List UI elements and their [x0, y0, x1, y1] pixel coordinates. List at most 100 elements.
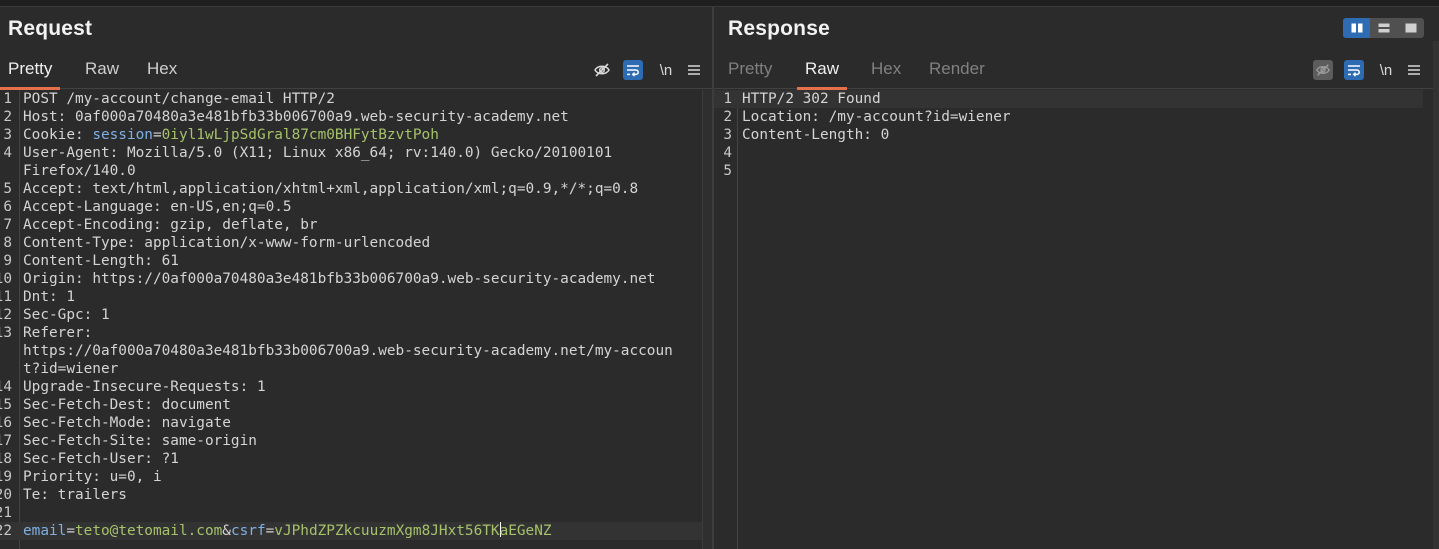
response-tab-raw[interactable]: Raw — [797, 51, 848, 90]
token: Accept: — [23, 181, 93, 197]
token: POST /my-account/change-email HTTP/2 — [23, 91, 335, 107]
line-text: Content-Length: 0 — [742, 126, 889, 144]
request-title: Request — [8, 17, 93, 40]
line-number: 8 — [3, 235, 12, 251]
token: email — [23, 523, 67, 539]
response-line: 5 — [714, 162, 1423, 180]
token: aEGeNZ — [499, 523, 552, 539]
token: 0 — [880, 127, 890, 143]
request-line: 15 Sec-Fetch-Dest: document — [0, 396, 712, 414]
line-text: Accept-Encoding: gzip, deflate, br — [23, 216, 318, 234]
request-scrollbar[interactable] — [702, 90, 712, 549]
token: Location: — [742, 109, 829, 125]
menu-icon[interactable] — [684, 60, 704, 80]
line-text: Content-Length: 61 — [23, 252, 179, 270]
line-text: Cookie: session=0iyl1wLjpSdGral87cm0BHFy… — [23, 126, 439, 144]
line-text: Sec-Fetch-Dest: document — [23, 396, 231, 414]
request-line: 18 Sec-Fetch-User: ?1 — [0, 450, 712, 468]
token: Sec-Fetch-Mode: — [23, 415, 162, 431]
newline-icon[interactable]: \n — [655, 60, 677, 80]
request-line: 22email=teto@tetomail.com&csrf=vJPhdZPZk… — [0, 522, 712, 540]
response-editor[interactable]: 1 HTTP/2 302 Found 2 Location: /my-account?… — [714, 90, 1423, 549]
token: Content-Length: — [23, 253, 162, 269]
word-wrap-icon[interactable] — [623, 60, 643, 80]
line-number: 4 — [723, 145, 732, 161]
line-text: Accept: text/html,application/xhtml+xml,… — [23, 180, 638, 198]
token: 1 — [66, 289, 75, 305]
token: 1 — [256, 379, 266, 395]
newline-icon[interactable]: \n — [1375, 60, 1397, 80]
token: gzip, deflate, br — [170, 217, 318, 233]
request-tab-raw[interactable]: Raw — [77, 51, 127, 89]
line-text: Dnt: 1 — [23, 288, 75, 306]
request-line: 5 Accept: text/html,application/xhtml+xml… — [0, 180, 712, 198]
token: same-origin — [161, 433, 257, 449]
line-text: Sec-Fetch-Mode: navigate — [23, 414, 231, 432]
token: Referer: — [23, 325, 101, 341]
request-line: 16 Sec-Fetch-Mode: navigate — [0, 414, 712, 432]
response-tab-pretty[interactable]: Pretty — [720, 51, 780, 89]
token: 0af000a70480a3e481bfb33b006700a9.web-sec… — [74, 109, 569, 125]
token: session — [92, 127, 153, 143]
hide-eye-icon[interactable] — [1313, 60, 1333, 80]
token: Accept-Language: — [23, 199, 171, 215]
line-number: 3 — [3, 127, 12, 143]
request-line: 10 Origin: https://0af000a70480a3e481bfb3… — [0, 270, 712, 288]
line-number: 19 — [0, 469, 12, 485]
request-tab-pretty[interactable]: Pretty — [0, 51, 61, 90]
token: 61 — [161, 253, 179, 269]
token: Sec-Fetch-Dest: — [23, 397, 162, 413]
request-line: 7 Accept-Encoding: gzip, deflate, br — [0, 216, 712, 234]
single-pane-icon[interactable] — [1397, 18, 1424, 38]
response-scrollbar[interactable] — [1433, 41, 1439, 549]
response-line: 4 — [714, 144, 1423, 162]
line-number: 17 — [0, 433, 12, 449]
line-number: 2 — [3, 109, 12, 125]
request-editor[interactable]: 1 POST /my-account/change-email HTTP/2 2 Ho… — [0, 90, 712, 549]
request-line: 14 Upgrade-Insecure-Requests: 1 — [0, 378, 712, 396]
line-text: Upgrade-Insecure-Requests: 1 — [23, 378, 266, 396]
request-line: 11 Dnt: 1 — [0, 288, 712, 306]
token: navigate — [161, 415, 231, 431]
token: 1 — [100, 307, 110, 323]
line-text: POST /my-account/change-email HTTP/2 — [23, 90, 335, 108]
request-pane: Request Pretty Raw Hex \n 1 POST /my-acco… — [0, 7, 712, 549]
word-wrap-icon[interactable] — [1344, 60, 1364, 80]
split-horizontal-icon[interactable] — [1370, 18, 1397, 38]
hide-eye-icon[interactable] — [592, 60, 612, 80]
request-line: 17 Sec-Fetch-Site: same-origin — [0, 432, 712, 450]
line-text: User-Agent: Mozilla/5.0 (X11; Linux x86_… — [23, 144, 612, 180]
token: https://0af000a70480a3e481bfb33b006700a9… — [92, 271, 656, 287]
request-line: 6 Accept-Language: en-US,en;q=0.5 — [0, 198, 712, 216]
token: csrf — [230, 523, 266, 539]
request-lines: 1 POST /my-account/change-email HTTP/2 2 Ho… — [0, 90, 712, 549]
request-line: 9 Content-Length: 61 — [0, 252, 712, 270]
line-number: 13 — [0, 325, 12, 341]
token: Content-Type: — [23, 235, 145, 251]
token: = — [66, 523, 75, 539]
split-vertical-icon[interactable] — [1343, 18, 1370, 38]
token: & — [222, 523, 231, 539]
token: Accept-Encoding: — [23, 217, 171, 233]
line-number: 22 — [0, 523, 12, 539]
menu-icon[interactable] — [1404, 60, 1424, 80]
token: Te: — [23, 487, 58, 503]
line-text: HTTP/2 302 Found — [742, 90, 881, 108]
line-number: 16 — [0, 415, 12, 431]
request-tab-hex[interactable]: Hex — [139, 51, 185, 89]
line-text: Referer: https://0af000a70480a3e481bfb33… — [23, 324, 673, 378]
response-line: 3 Content-Length: 0 — [714, 126, 1423, 144]
token: u=0, i — [109, 469, 162, 485]
request-line: 1 POST /my-account/change-email HTTP/2 — [0, 90, 712, 108]
line-text: Accept-Language: en-US,en;q=0.5 — [23, 198, 292, 216]
token: Sec-Fetch-User: — [23, 451, 162, 467]
response-tab-render[interactable]: Render — [921, 51, 993, 89]
request-line: 8 Content-Type: application/x-www-form-ur… — [0, 234, 712, 252]
request-line: 13 Referer: https://0af000a70480a3e481bfb… — [0, 324, 712, 378]
token: 0iyl1wLjpSdGral87cm0BHFytBzvtPoh — [161, 127, 439, 143]
token: User-Agent: — [23, 145, 127, 161]
line-number: 18 — [0, 451, 12, 467]
line-text: Host: 0af000a70480a3e481bfb33b006700a9.w… — [23, 108, 569, 126]
token: trailers — [57, 487, 127, 503]
response-tab-hex[interactable]: Hex — [863, 51, 909, 89]
